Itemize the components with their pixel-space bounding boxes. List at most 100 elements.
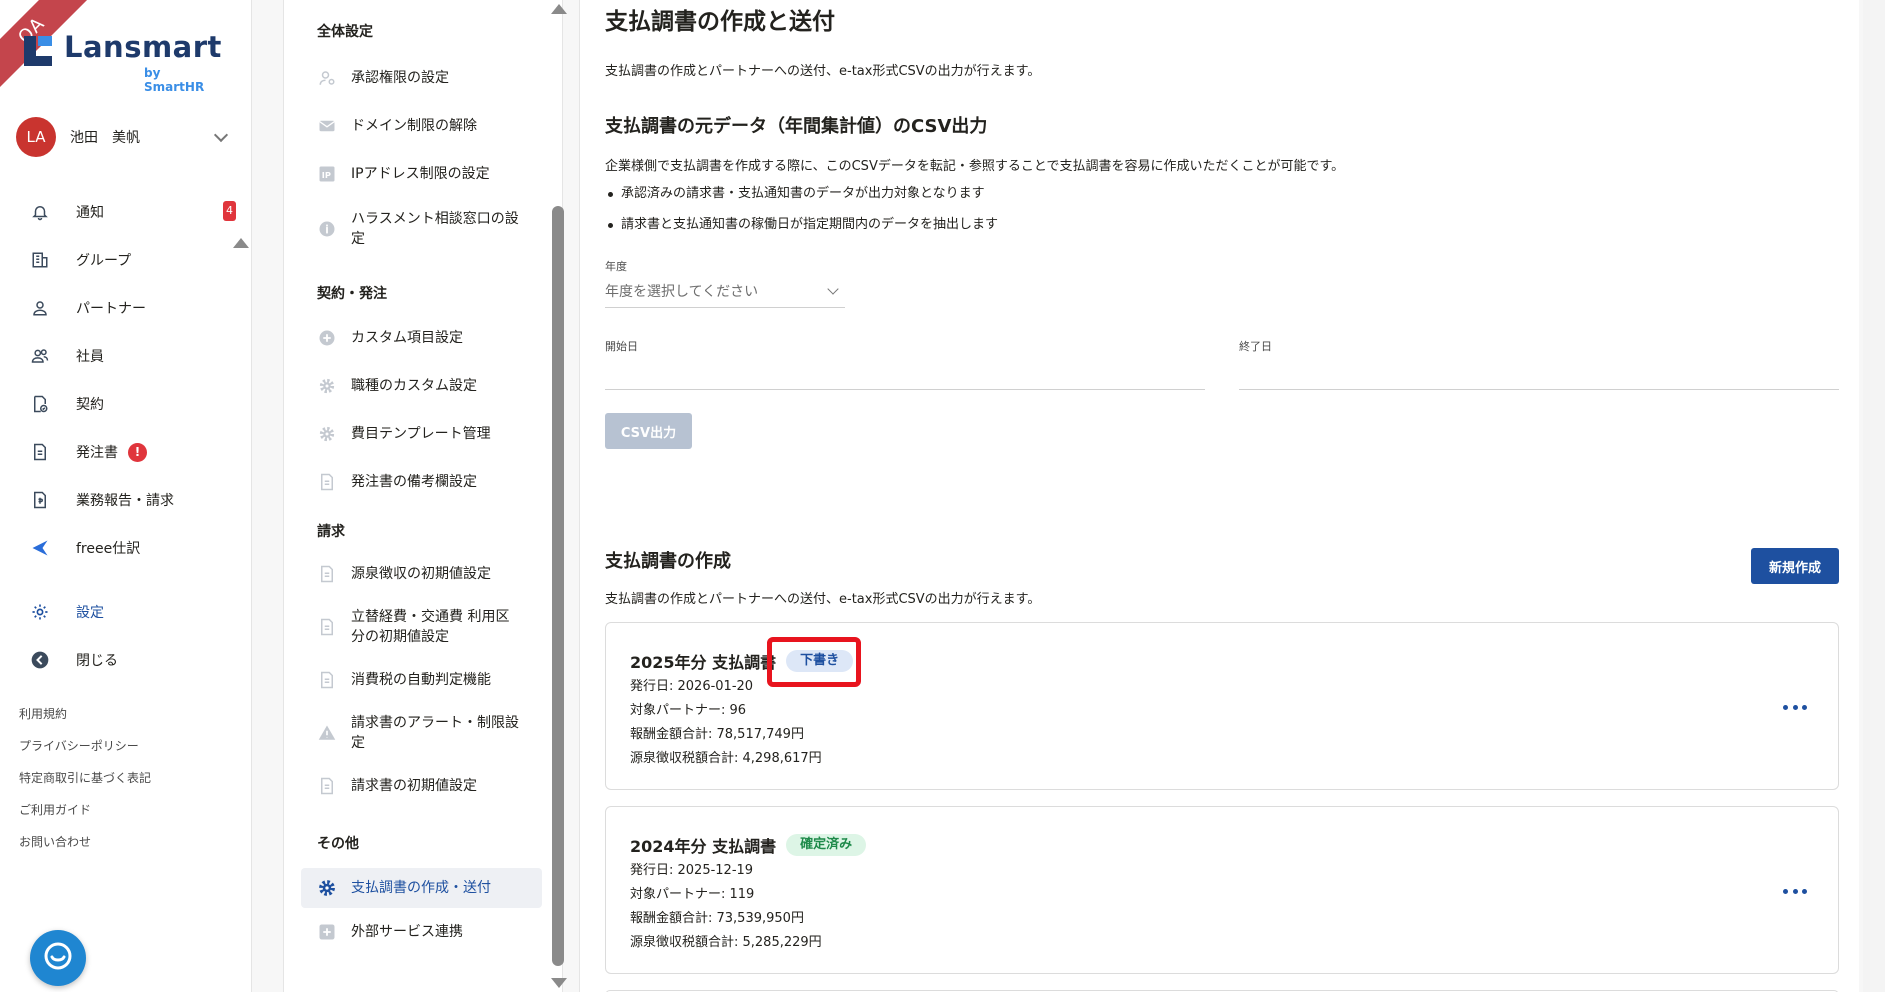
submenu-scrollbar[interactable] (552, 206, 564, 966)
csv-section-title: 支払調書の元データ（年間集計値）のCSV出力 (605, 116, 988, 137)
card-title: 2024年分 支払調書 確定済み (630, 833, 867, 857)
submenu-item-invoice-defaults[interactable]: 請求書の初期値設定 (284, 770, 562, 802)
submenu-item-harassment-contact[interactable]: ハラスメント相談窓口の設定 (284, 206, 562, 252)
submenu-item-approval-permissions[interactable]: 承認権限の設定 (284, 62, 562, 94)
chat-support-button[interactable] (30, 930, 86, 986)
people-icon (30, 346, 50, 366)
payment-record-card[interactable]: 2025年分 支払調書 下書き 発行日: 2026-01-20 対象パートナー:… (605, 622, 1839, 790)
document-icon (317, 472, 337, 492)
sidebar-nav: 通知 4 グループ パートナー 社員 契約 発注書 ! 業務報告・請求 free… (0, 188, 250, 684)
sidebar-scroll-up-arrow[interactable] (233, 238, 249, 248)
sidebar-item-purchase-orders[interactable]: 発注書 ! (0, 428, 250, 476)
submenu-item-label: ドメイン制限の解除 (351, 118, 477, 134)
sidebar-item-employees[interactable]: 社員 (0, 332, 250, 380)
issue-date: 発行日: 2026-01-20 (630, 679, 754, 694)
partner-count: 対象パートナー: 96 (630, 703, 747, 718)
sidebar-item-label: 契約 (76, 397, 104, 413)
sidebar-item-freee[interactable]: freee仕訳 (0, 524, 250, 572)
sidebar-item-collapse[interactable]: 閉じる (0, 636, 250, 684)
avatar: LA (16, 117, 56, 157)
submenu-item-custom-fields[interactable]: カスタム項目設定 (284, 322, 562, 354)
chevron-down-icon (213, 127, 229, 143)
more-options-icon[interactable] (1780, 697, 1810, 717)
submenu-item-label: ハラスメント相談窓口の設定 (351, 211, 519, 247)
commercial-law-link[interactable]: 特定商取引に基づく表記 (19, 768, 151, 800)
sidebar-item-notifications[interactable]: 通知 4 (0, 188, 250, 236)
sidebar-item-label: 発注書 (76, 445, 118, 461)
submenu-scroll-up-arrow[interactable] (551, 4, 567, 14)
sidebar-item-contracts[interactable]: 契約 (0, 380, 250, 428)
document-icon (317, 776, 337, 796)
submenu-item-label: 請求書の初期値設定 (351, 778, 477, 794)
sidebar-item-label: グループ (76, 253, 132, 269)
main-sidebar: QA Lansmart by SmartHR LA 池田 美帆 通知 4 グルー… (0, 0, 252, 992)
sidebar-item-label: 業務報告・請求 (76, 493, 174, 509)
submenu-item-label: 立替経費・交通費 利用区分の初期値設定 (351, 609, 510, 645)
csv-section-body: 企業様側で支払調書を作成する際に、このCSVデータを転記・参照することで支払調書… (605, 159, 1345, 174)
app-logo[interactable]: Lansmart by SmartHR (24, 30, 224, 94)
list-item: 承認済みの請求書・支払通知書のデータが出力対象となります (605, 184, 998, 215)
sidebar-item-reports-billing[interactable]: 業務報告・請求 (0, 476, 250, 524)
submenu-item-label: 発注書の備考欄設定 (351, 474, 477, 490)
logo-mark-icon (24, 36, 52, 66)
status-badge: 確定済み (786, 834, 867, 856)
submenu-item-invoice-alerts[interactable]: 請求書のアラート・制限設定 (284, 710, 562, 756)
end-date-input[interactable] (1239, 358, 1839, 390)
submenu-item-label: IPアドレス制限の設定 (351, 166, 490, 182)
submenu-item-expense-template[interactable]: 費目テンプレート管理 (284, 418, 562, 450)
payment-record-card[interactable]: 2024年分 支払調書 確定済み 発行日: 2025-12-19 対象パートナー… (605, 806, 1839, 974)
sidebar-item-label: 社員 (76, 349, 104, 365)
bell-icon (30, 202, 50, 222)
card-title-text: 2025年分 支払調書 (630, 653, 777, 672)
terms-link[interactable]: 利用規約 (19, 704, 151, 736)
sidebar-item-settings[interactable]: 設定 (0, 588, 250, 636)
user-permission-icon (317, 68, 337, 88)
start-date-input[interactable] (605, 358, 1205, 390)
freee-icon (30, 538, 50, 558)
warning-icon (317, 723, 337, 743)
contact-link[interactable]: お問い合わせ (19, 832, 151, 864)
submenu-item-label: 支払調書の作成・送付 (351, 880, 491, 896)
sidebar-item-partners[interactable]: パートナー (0, 284, 250, 332)
sidebar-item-groups[interactable]: グループ (0, 236, 250, 284)
submenu-item-external-services[interactable]: 外部サービス連携 (284, 916, 562, 948)
withholding-total: 源泉徴収税額合計: 4,298,617円 (630, 751, 822, 766)
plus-circle-icon (317, 328, 337, 348)
sidebar-item-label: 通知 (76, 205, 104, 221)
sidebar-item-label: freee仕訳 (76, 541, 141, 557)
main-scrollbar[interactable] (1863, 0, 1885, 992)
user-menu[interactable]: LA 池田 美帆 (16, 116, 236, 158)
settings-submenu: 全体設定 承認権限の設定 ドメイン制限の解除 IP IPアドレス制限の設定 ハラ… (283, 0, 563, 992)
submenu-item-withholding-default[interactable]: 源泉徴収の初期値設定 (284, 558, 562, 590)
submenu-item-tax-auto-judge[interactable]: 消費税の自動判定機能 (284, 664, 562, 696)
guide-link[interactable]: ご利用ガイド (19, 800, 151, 832)
submenu-item-payment-records[interactable]: 支払調書の作成・送付 (301, 868, 542, 908)
year-select[interactable]: 年度を選択してください (605, 280, 845, 308)
more-options-icon[interactable] (1780, 881, 1810, 901)
submenu-scroll-down-arrow[interactable] (551, 978, 567, 988)
plus-square-icon (317, 922, 337, 942)
new-create-button[interactable]: 新規作成 (1751, 548, 1839, 584)
submenu-item-label: 消費税の自動判定機能 (351, 672, 491, 688)
submenu-item-expense-category-default[interactable]: 立替経費・交通費 利用区分の初期値設定 (284, 604, 562, 650)
submenu-item-domain-restriction[interactable]: ドメイン制限の解除 (284, 110, 562, 142)
logo-subtitle: by SmartHR (144, 66, 205, 94)
submenu-item-po-notes[interactable]: 発注書の備考欄設定 (284, 466, 562, 498)
submenu-item-ip-restriction[interactable]: IP IPアドレス制限の設定 (284, 158, 562, 190)
section-contracts-orders: 契約・発注 (317, 286, 387, 302)
contract-icon (30, 394, 50, 414)
total-amount: 報酬金額合計: 73,539,950円 (630, 911, 804, 926)
csv-export-button[interactable]: CSV出力 (605, 413, 692, 449)
page-title: 支払調書の作成と送付 (605, 9, 835, 35)
year-placeholder: 年度を選択してください (605, 284, 759, 300)
user-name: 池田 美帆 (70, 130, 140, 146)
status-badge: 下書き (786, 650, 854, 672)
privacy-link[interactable]: プライバシーポリシー (19, 736, 151, 768)
card-title-text: 2024年分 支払調書 (630, 837, 777, 856)
sidebar-item-label: 設定 (76, 605, 104, 621)
submenu-item-job-custom[interactable]: 職種のカスタム設定 (284, 370, 562, 402)
submenu-item-label: 職種のカスタム設定 (351, 378, 477, 394)
withholding-total: 源泉徴収税額合計: 5,285,229円 (630, 935, 822, 950)
footer-links: 利用規約 プライバシーポリシー 特定商取引に基づく表記 ご利用ガイド お問い合わ… (19, 704, 151, 864)
page-description: 支払調書の作成とパートナーへの送付、e-tax形式CSVの出力が行えます。 (605, 64, 1041, 79)
